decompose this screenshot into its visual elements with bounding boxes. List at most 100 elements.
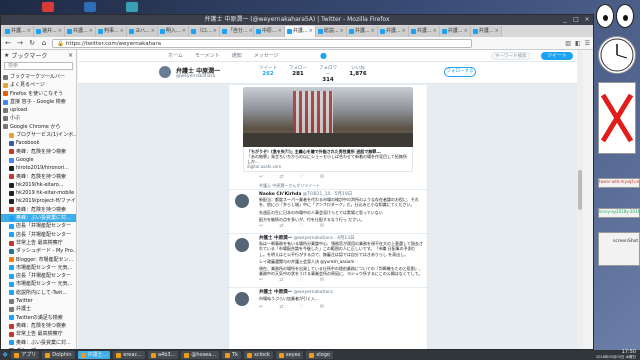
dm-icon[interactable]: ✉ (320, 304, 324, 310)
right-window-1[interactable]: twear-add-mysqf-ung.# (598, 178, 640, 188)
right-window-3[interactable]: screenShot (598, 232, 640, 266)
close-button[interactable]: × (583, 16, 591, 24)
bookmark-item[interactable]: 店長「井場産配センター (1, 231, 76, 239)
tab-9[interactable]: 弁護... × (284, 26, 316, 37)
bookmark-item[interactable]: 弁護士 (1, 305, 76, 313)
reload-button[interactable]: ↻ (28, 39, 36, 47)
bookmark-item[interactable]: Google Chrome から (1, 123, 76, 131)
reply-icon[interactable]: ↩ (259, 278, 263, 283)
tab-close-icon[interactable]: × (213, 26, 217, 37)
bookmark-item[interactable]: ブックマークツールバー (1, 73, 76, 81)
taskbar-item[interactable]: a4b3... (147, 351, 179, 359)
tab-close-icon[interactable]: × (433, 26, 437, 37)
reply-icon[interactable]: ↩ (259, 174, 263, 180)
follow-button[interactable]: フォローする (444, 67, 476, 77)
tab-14[interactable]: 弁護... × (439, 26, 471, 37)
tab-1[interactable]: 速弁... × (33, 26, 65, 37)
stat-0[interactable]: ツイート 262 (258, 65, 278, 83)
reply-icon[interactable]: ↩ (259, 223, 263, 229)
tab-7[interactable]: 「自分... × (219, 26, 254, 37)
desktop-icon-red[interactable] (42, 2, 54, 12)
right-window-2[interactable]: kinny-ay2018y-2018/X (598, 208, 640, 218)
taskbar-item[interactable]: xlogo (306, 351, 333, 359)
like-icon[interactable]: ♡ (299, 223, 303, 229)
like-icon[interactable]: ♡ (299, 304, 303, 310)
twitter-bird-icon[interactable]: ● (320, 52, 328, 60)
tweet-button[interactable]: ツイート (541, 52, 573, 60)
dm-icon[interactable]: ✉ (320, 223, 324, 229)
sidebar-toggle-icon[interactable]: ◧ (575, 40, 581, 47)
desktop-icon-blue[interactable] (84, 2, 96, 12)
bookmark-item[interactable]: upload (1, 106, 76, 114)
tab-close-icon[interactable]: × (464, 26, 468, 37)
tab-10[interactable]: 総説... × (315, 26, 347, 37)
bookmark-item[interactable]: 店長「井場産配センター (1, 272, 76, 280)
like-icon[interactable]: ♡ (299, 278, 303, 283)
bookmark-item[interactable]: hk2019/hk-eitaro... (1, 181, 76, 189)
nav-home[interactable]: ホーム (168, 52, 183, 59)
bookmark-item[interactable]: 市場産配センター 元気... (1, 280, 76, 288)
tab-close-icon[interactable]: × (120, 26, 124, 37)
kde-menu-icon[interactable]: ❖ (2, 351, 8, 359)
bookmark-item[interactable]: 奥峰：危険を持つ検索 (1, 173, 76, 181)
tab-close-icon[interactable]: × (340, 26, 344, 37)
retweet-icon[interactable]: ⇄ (279, 304, 283, 310)
tab-close-icon[interactable]: × (182, 26, 186, 37)
bookmark-item[interactable]: 直接 容子 - Google 検索 (1, 98, 76, 106)
stat-2[interactable]: フォロワー 314 (318, 65, 338, 83)
tab-5[interactable]: 明入... × (157, 26, 189, 37)
tab-close-icon[interactable]: × (27, 26, 31, 37)
tweet-author[interactable]: 弁護士 中原潤一 (259, 290, 292, 295)
sidebar-close-icon[interactable]: × (68, 52, 73, 59)
taskbar-item[interactable]: アプリ (11, 351, 40, 359)
bookmark-item[interactable]: 店長「井場産配センター (1, 222, 76, 230)
tab-8[interactable]: 中原... × (253, 26, 285, 37)
retweet-icon[interactable]: ⇄ (279, 223, 283, 229)
tweet-item[interactable]: 弁護士 中原潤一さんがリツイート Naoko Ch’Kirhda @TOB11_1… (229, 181, 427, 233)
xlogo-window[interactable] (598, 82, 636, 154)
tab-close-icon[interactable]: × (89, 26, 93, 37)
bookmark-item[interactable]: ブログサービス(1)インボ... (1, 131, 76, 139)
bookmark-item[interactable]: 奥峰：危険を持つ検索 (1, 148, 76, 156)
tab-13[interactable]: 弁護... × (408, 26, 440, 37)
dm-icon[interactable]: ✉ (320, 174, 324, 180)
bookmark-item[interactable]: ダッシュボード - My Pro... (1, 247, 76, 255)
tab-11[interactable]: 弁護... × (346, 26, 378, 37)
xclock-window[interactable] (598, 36, 636, 74)
bookmark-item[interactable]: 総説所内にして-Twit... (1, 289, 76, 297)
sidebar-title[interactable]: ブックマーク (11, 51, 47, 60)
tab-4[interactable]: ヨハ... × (126, 26, 158, 37)
tab-0[interactable]: 弁護... × (3, 26, 34, 37)
back-button[interactable]: ← (4, 39, 12, 47)
minimize-button[interactable]: _ (561, 16, 569, 24)
bookmark-item[interactable]: hiroto2019/hironori... (1, 164, 76, 172)
retweet-icon[interactable]: ⇄ (279, 278, 283, 283)
news-card-image[interactable] (243, 87, 413, 147)
taskbar-item[interactable]: ereac... (113, 351, 145, 359)
tab-6[interactable]: （ロ... × (188, 26, 220, 37)
tab-close-icon[interactable]: × (278, 26, 282, 37)
nav-moments[interactable]: モーメント (195, 52, 220, 59)
tab-3[interactable]: 判事... × (95, 26, 127, 37)
bookmark-item[interactable]: 奥峰：ぶい投資業に対... (1, 214, 76, 223)
bookmark-item[interactable]: 非常上告 最高検察庁 (1, 330, 76, 338)
maximize-button[interactable]: □ (572, 16, 580, 24)
bookmark-item[interactable]: よく見るページ (1, 81, 76, 89)
tab-close-icon[interactable]: × (402, 26, 406, 37)
library-icon[interactable]: ▥ (565, 40, 571, 47)
bookmark-item[interactable]: Facebook (1, 139, 76, 147)
bookmark-search-input[interactable]: 検索 (4, 62, 73, 70)
tweet-avatar[interactable] (235, 292, 249, 307)
stat-1[interactable]: フォロー 281 (288, 65, 308, 83)
dm-icon[interactable]: ✉ (320, 278, 324, 283)
bookmark-item[interactable]: 奥峰：危険を持つ検索 (1, 206, 76, 214)
reply-icon[interactable]: ↩ (259, 304, 263, 310)
nav-notifications[interactable]: 通知 (232, 52, 242, 59)
tab-close-icon[interactable]: × (249, 26, 253, 37)
bookmark-item[interactable]: Twitterの満足な検索 (1, 314, 76, 322)
tweet-avatar[interactable] (235, 238, 249, 253)
tab-2[interactable]: 弁護... × (64, 26, 96, 37)
like-icon[interactable]: ♡ (299, 174, 303, 180)
taskbar-item[interactable]: 弁護士... (77, 351, 111, 359)
bookmark-item[interactable]: Firefox を使いこなそう (1, 90, 76, 98)
